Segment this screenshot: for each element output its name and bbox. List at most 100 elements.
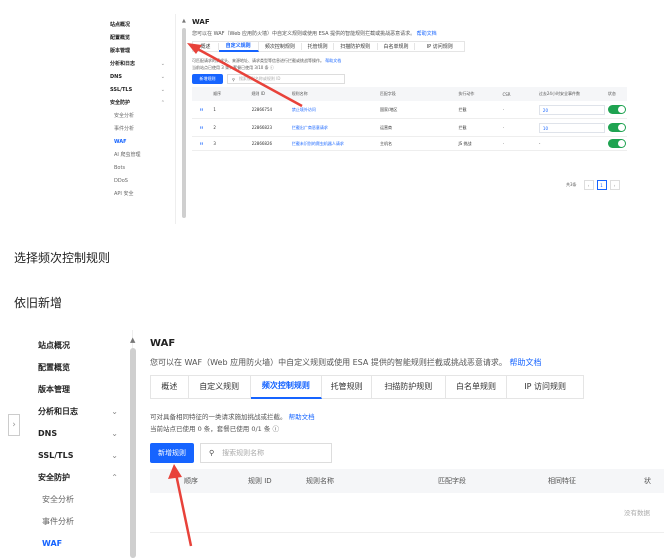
row-csr: - <box>502 107 504 112</box>
drag-handle-icon[interactable]: ⁞⁞ <box>192 125 213 130</box>
tab-bar: 概述 自定义规则 频次控制规则 托管规则 扫描防护规则 白名单规则 IP 访问规… <box>150 375 584 399</box>
tab-overview[interactable]: 概述 <box>151 376 189 398</box>
sidebar-item-ai-crawler[interactable]: AI 爬虫管理 <box>96 148 175 161</box>
row-events[interactable]: 10 <box>538 122 605 133</box>
page-description: 您可以在 WAF（Web 应用防火墙）中自定义规则或使用 ESA 提供的智能规则… <box>150 357 664 368</box>
toolbar: 新增规则 ⚲ 搜索规则名称 <box>150 443 664 463</box>
chevron-down-icon: ⌄ <box>160 60 165 67</box>
row-rule-name[interactable]: 拦截出广商恶意请求 <box>292 125 380 131</box>
tab-managed-rules[interactable]: 托管规则 <box>322 376 372 398</box>
sidebar-item-config-overview[interactable]: 配置概览 <box>96 31 175 44</box>
tab-whitelist[interactable]: 白名单规则 <box>446 376 508 398</box>
sidebar-item-label: 安全分析 <box>114 113 135 119</box>
row-action: 拦截 <box>458 124 467 130</box>
screenshot-rate-limit-rules: 站点概况 配置概览 版本管理 分析和日志 ⌄ DNS ⌄ SSL/TLS ⌄ 安全防护… <box>8 330 664 558</box>
sidebar-item-ddos[interactable]: DDoS <box>96 174 175 187</box>
row-rule-name[interactable]: 禁止境外访问 <box>292 107 380 113</box>
row-action: 拦截 <box>458 106 467 112</box>
sidebar-item-ssl[interactable]: SSL/TLS ⌄ <box>8 444 132 466</box>
scroll-up-icon[interactable]: ▲ <box>182 18 186 24</box>
help-link[interactable]: 帮助文档 <box>417 31 437 37</box>
sidebar-scrollbar[interactable] <box>130 348 136 558</box>
column-order: 顺序 <box>184 477 198 485</box>
sidebar-item-waf[interactable]: WAF <box>8 532 132 554</box>
tab-rate-limit[interactable]: 频次控制规则 <box>259 43 303 50</box>
search-input[interactable]: ⚲ 搜索规则名称或规则 ID <box>227 74 345 84</box>
sidebar-item-version[interactable]: 版本管理 <box>8 378 132 400</box>
main-content: WAF 您可以在 WAF（Web 应用防火墙）中自定义规则或使用 ESA 提供的… <box>150 330 664 558</box>
sidebar-item-security[interactable]: 安全防护 ⌃ <box>8 466 132 488</box>
tab-custom-rules[interactable]: 自定义规则 <box>218 41 259 52</box>
info-icon[interactable]: ⓘ <box>270 65 274 70</box>
sidebar-item-security-analysis[interactable]: 安全分析 <box>96 109 175 122</box>
drag-handle-icon[interactable]: ⁞⁞ <box>192 141 213 146</box>
status-toggle[interactable] <box>607 138 626 148</box>
search-icon: ⚲ <box>209 449 215 457</box>
add-rule-button[interactable]: 新增规则 <box>150 443 194 463</box>
row-events[interactable]: 20 <box>538 104 605 115</box>
chevron-down-icon: ⌄ <box>111 406 118 416</box>
total-count: 共3条 <box>566 182 577 187</box>
sidebar-item-waf[interactable]: WAF <box>96 135 175 148</box>
sidebar-item-site-overview[interactable]: 站点概况 <box>96 18 175 31</box>
row-rule-name[interactable]: 拦截未识别的爬虫机器人请求 <box>292 141 380 147</box>
sidebar-item-event-analysis[interactable]: 事件分析 <box>96 122 175 135</box>
sidebar-item-version[interactable]: 版本管理 <box>96 44 175 57</box>
sidebar-item-site-overview[interactable]: 站点概况 <box>8 334 132 356</box>
chevron-down-icon: ⌄ <box>111 450 118 460</box>
tab-whitelist[interactable]: 白名单规则 <box>378 43 416 50</box>
tab-ip-access[interactable]: IP 访问规则 <box>507 376 583 398</box>
sidebar-scrollbar[interactable] <box>182 28 186 218</box>
column-match-field: 匹配字段 <box>379 91 396 96</box>
table-row[interactable]: ⁞⁞ 3 22866826 拦截未识别的爬虫机器人请求 主机名 JS 挑战 - … <box>192 137 627 151</box>
table-row[interactable]: ⁞⁞ 1 22866754 禁止境外访问 国家/地区 拦截 - 20 <box>192 101 627 119</box>
sidebar-item-security[interactable]: 安全防护 ⌃ <box>96 96 175 109</box>
sidebar-item-config-overview[interactable]: 配置概览 <box>8 356 132 378</box>
chevron-right-icon[interactable]: › <box>609 180 620 190</box>
sidebar-item-label: 版本管理 <box>38 384 70 394</box>
sidebar-item-ssl[interactable]: SSL/TLS ⌄ <box>96 83 175 96</box>
tab-custom-rules[interactable]: 自定义规则 <box>189 376 251 398</box>
sidebar-item-security-analysis[interactable]: 安全分析 <box>8 488 132 510</box>
chevron-left-icon[interactable]: ‹ <box>583 180 594 190</box>
drag-handle-icon[interactable]: ⁞⁞ <box>192 107 213 112</box>
row-events: - <box>538 141 541 146</box>
info-icon[interactable]: ⓘ <box>272 425 279 433</box>
tab-overview[interactable]: 概述 <box>193 43 219 50</box>
sidebar-item-label: AI 爬虫管理 <box>114 152 141 158</box>
sidebar-item-api-security[interactable]: API 安全 <box>96 187 175 200</box>
search-input[interactable]: ⚲ 搜索规则名称 <box>200 443 332 463</box>
tab-scan-protection[interactable]: 扫描防护规则 <box>372 376 446 398</box>
sidebar-item-analytics[interactable]: 分析和日志 ⌄ <box>96 57 175 70</box>
usage-value: 当前站点已使用 0 条，套餐已使用 0/1 条 <box>150 425 271 433</box>
status-toggle[interactable] <box>607 122 626 132</box>
sidebar-item-label: SSL/TLS <box>110 86 133 93</box>
status-toggle[interactable] <box>607 104 626 114</box>
description-text: 您可以在 WAF（Web 应用防火墙）中自定义规则或使用 ESA 提供的智能规则… <box>192 31 416 37</box>
row-order: 3 <box>213 141 216 146</box>
intro-help-link[interactable]: 帮助文档 <box>325 58 341 63</box>
sidebar-collapse-icon[interactable]: › <box>8 414 20 436</box>
table-empty: 没有数据 <box>150 493 664 533</box>
intro-help-link[interactable]: 帮助文档 <box>289 413 315 421</box>
empty-text: 没有数据 <box>624 509 650 517</box>
sidebar-item-dns[interactable]: DNS ⌄ <box>8 422 132 444</box>
sidebar-item-label: 事件分析 <box>42 516 74 526</box>
help-link[interactable]: 帮助文档 <box>509 358 541 367</box>
sidebar-item-event-analysis[interactable]: 事件分析 <box>8 510 132 532</box>
sidebar-item-dns[interactable]: DNS ⌄ <box>96 70 175 83</box>
sidebar-item-bots[interactable]: Bots <box>96 161 175 174</box>
column-events: 过去24小时安全事件数 <box>538 91 580 96</box>
add-rule-button[interactable]: 新增规则 <box>192 74 223 84</box>
table-row[interactable]: ⁞⁞ 2 22866823 拦截出广商恶意请求 运营商 拦截 - 10 <box>192 119 627 137</box>
tab-rate-limit[interactable]: 频次控制规则 <box>250 375 323 399</box>
chevron-down-icon: ⌄ <box>111 428 118 438</box>
row-match-field: 国家/地区 <box>379 106 398 112</box>
usage-text: 当前站点已使用 0 条，套餐已使用 0/1 条 ⓘ <box>150 423 664 433</box>
page-number[interactable]: 1 <box>596 180 607 190</box>
tab-scan-protection[interactable]: 扫描防护规则 <box>334 43 378 50</box>
sidebar-item-analytics[interactable]: 分析和日志 ⌄ <box>8 400 132 422</box>
scroll-up-icon[interactable]: ▲ <box>130 336 135 344</box>
tab-managed-rules[interactable]: 托管规则 <box>302 43 334 50</box>
tab-ip-access[interactable]: IP 访问规则 <box>415 43 464 50</box>
